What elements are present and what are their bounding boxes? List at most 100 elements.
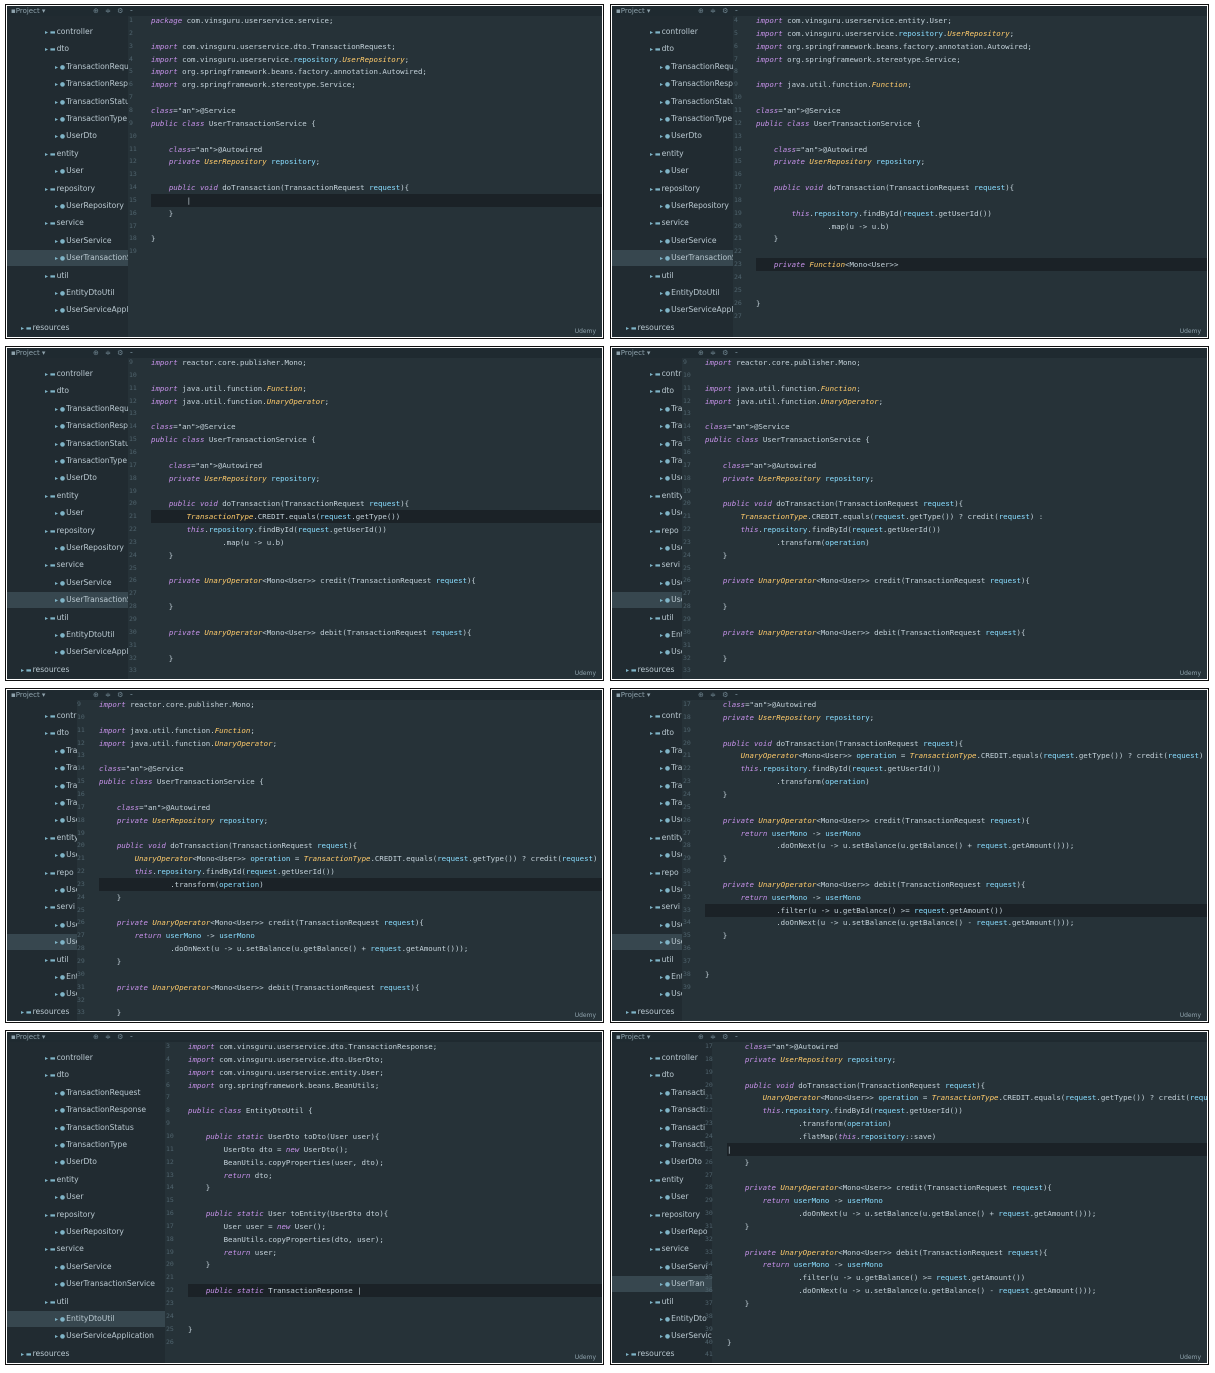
tree-item[interactable]: ▸ ▬service: [612, 1241, 712, 1257]
code-line[interactable]: }: [705, 600, 727, 613]
tree-item[interactable]: ▸ ●TransactionResponse: [7, 76, 128, 92]
code-line[interactable]: import org.springframework.stereotype.Se…: [151, 78, 356, 91]
code-line[interactable]: private UnaryOperator<Mono<User>> credit…: [99, 916, 424, 929]
code-line[interactable]: BeanUtils.copyProperties(dto, user);: [188, 1233, 384, 1246]
tree-item[interactable]: ▸ ▬service: [7, 1241, 165, 1257]
project-label[interactable]: ▪Project ▾: [616, 1033, 650, 1041]
code-line[interactable]: return userMono -> userMono: [727, 1258, 883, 1271]
code-line[interactable]: import java.util.function.UnaryOperator;: [705, 395, 883, 408]
code-line[interactable]: import com.vinsguru.userservice.dto.Tran…: [151, 40, 396, 53]
code-line[interactable]: import java.util.function.UnaryOperator;: [151, 395, 329, 408]
code-editor[interactable]: class="an">@Autowired private UserReposi…: [727, 1032, 1207, 1363]
current-code-line[interactable]: |: [727, 1142, 1207, 1156]
code-line[interactable]: this.repository.findById(request.getUser…: [99, 865, 335, 878]
code-line[interactable]: this.repository.findById(request.getUser…: [705, 523, 941, 536]
code-line[interactable]: UnaryOperator<Mono<User>> operation = Tr…: [705, 749, 1207, 762]
code-line[interactable]: import org.springframework.stereotype.Se…: [756, 53, 961, 66]
code-line[interactable]: import com.vinsguru.userservice.reposito…: [151, 53, 409, 66]
tree-item[interactable]: ▸ ●TransactionStatus: [7, 436, 128, 452]
tree-item[interactable]: ▸ ●Enti: [612, 627, 682, 643]
code-line[interactable]: private UnaryOperator<Mono<User>> credit…: [705, 814, 1030, 827]
tree-item[interactable]: ▸ ●Use: [7, 934, 77, 951]
tree-item[interactable]: ▸ ●Tra: [7, 795, 77, 811]
tree-item[interactable]: ▸ ▬dto: [612, 725, 682, 741]
code-line[interactable]: return dto;: [188, 1169, 273, 1182]
code-line[interactable]: import com.vinsguru.userservice.dto.User…: [188, 1053, 384, 1066]
tree-item[interactable]: ▸ ▬repo: [612, 865, 682, 881]
code-line[interactable]: public void doTransaction(TransactionReq…: [705, 497, 963, 510]
project-label[interactable]: ▪Project ▾: [11, 349, 45, 357]
tree-item[interactable]: ▸ ●Tra: [612, 436, 682, 452]
code-line[interactable]: public static UserDto toDto(User user){: [188, 1130, 380, 1143]
code-line[interactable]: .doOnNext(u -> u.setBalance(u.getBalance…: [727, 1284, 1096, 1297]
tree-item[interactable]: ▸ ▬resources: [7, 662, 128, 678]
tree-item[interactable]: ▸ ●TransactionResponse: [7, 418, 128, 434]
tree-item[interactable]: ▸ ●Tra: [7, 760, 77, 776]
code-line[interactable]: .transform(operation): [727, 1117, 891, 1130]
code-line[interactable]: class="an">@Service: [756, 104, 841, 117]
tree-item[interactable]: ▸ ▬util: [612, 268, 733, 284]
code-line[interactable]: .transform(operation): [705, 536, 869, 549]
tree-item[interactable]: ▸ ▬controller: [7, 366, 128, 382]
code-line[interactable]: UnaryOperator<Mono<User>> operation = Tr…: [99, 852, 602, 865]
tree-item[interactable]: ▸ ●UserRepository: [7, 198, 128, 214]
tree-item[interactable]: ▸ ●Use: [612, 505, 682, 521]
code-line[interactable]: class="an">@Service: [151, 420, 236, 433]
code-line[interactable]: .transform(operation): [705, 775, 869, 788]
code-editor[interactable]: import reactor.core.publisher.Mono; impor…: [99, 690, 602, 1021]
code-line[interactable]: import com.vinsguru.userservice.reposito…: [756, 27, 1014, 40]
tree-item[interactable]: ▸ ▬entity: [7, 488, 128, 504]
code-line[interactable]: }: [188, 1323, 192, 1336]
tree-item[interactable]: ▸ ▬controller: [7, 24, 128, 40]
code-line[interactable]: }: [756, 232, 778, 245]
code-line[interactable]: import java.util.function.UnaryOperator;: [99, 737, 277, 750]
code-line[interactable]: import com.vinsguru.userservice.entity.U…: [188, 1066, 384, 1079]
code-editor[interactable]: import reactor.core.publisher.Mono; impor…: [705, 348, 1207, 679]
code-line[interactable]: private UserRepository repository;: [705, 711, 874, 724]
code-line[interactable]: }: [705, 852, 727, 865]
code-line[interactable]: class="an">@Autowired: [151, 459, 262, 472]
tree-item[interactable]: ▸ ●Use: [612, 934, 682, 951]
tree-item[interactable]: ▸ ▬entity: [612, 830, 682, 846]
tree-item[interactable]: ▸ ●UserTran: [612, 1276, 712, 1293]
project-label[interactable]: ▪Project ▾: [11, 7, 45, 15]
code-line[interactable]: }: [151, 232, 155, 245]
code-line[interactable]: package com.vinsguru.userservice.service…: [151, 14, 333, 27]
code-line[interactable]: class="an">@Service: [151, 104, 236, 117]
tree-item[interactable]: ▸ ●TransactionRequest: [612, 59, 733, 75]
project-label[interactable]: ▪Project ▾: [616, 349, 650, 357]
tree-item[interactable]: ▸ ●UserDto: [612, 128, 733, 144]
tree-item[interactable]: ▸ ▬servi: [612, 899, 682, 915]
code-line[interactable]: }: [99, 891, 121, 904]
tree-item[interactable]: ▸ ●TransactionResponse: [612, 76, 733, 92]
code-line[interactable]: private UserRepository repository;: [151, 472, 320, 485]
project-label[interactable]: ▪Project ▾: [616, 7, 650, 15]
tree-item[interactable]: ▸ ●TransactionType: [7, 111, 128, 127]
code-line[interactable]: import com.vinsguru.userservice.dto.Tran…: [188, 1040, 437, 1053]
tree-item[interactable]: ▸ ●User: [7, 986, 77, 1002]
code-line[interactable]: private UnaryOperator<Mono<User>> credit…: [151, 574, 476, 587]
tree-item[interactable]: ▸ ▬contr: [612, 708, 682, 724]
tree-item[interactable]: ▸ ●Use: [612, 592, 682, 609]
tree-item[interactable]: ▸ ●Tra: [612, 453, 682, 469]
tree-item[interactable]: ▸ ▬controller: [7, 1050, 165, 1066]
tree-item[interactable]: ▸ ▬service: [7, 215, 128, 231]
tree-item[interactable]: ▸ ●TransactionResponse: [7, 1102, 165, 1118]
code-line[interactable]: class="an">@Autowired: [99, 801, 210, 814]
tree-item[interactable]: ▸ ▬repository: [612, 1207, 712, 1223]
code-line[interactable]: import java.util.function.Function;: [756, 78, 912, 91]
tree-item[interactable]: ▸ ●UserTransactionService: [612, 250, 733, 267]
code-line[interactable]: import java.util.function.Function;: [705, 382, 861, 395]
code-line[interactable]: public class UserTransactionService {: [705, 433, 870, 446]
tree-item[interactable]: ▸ ▬dto: [7, 1067, 165, 1083]
code-line[interactable]: public class UserTransactionService {: [151, 433, 316, 446]
code-line[interactable]: class="an">@Autowired: [727, 1040, 838, 1053]
code-line[interactable]: }: [727, 1297, 749, 1310]
code-line[interactable]: class="an">@Autowired: [756, 143, 867, 156]
tree-item[interactable]: ▸ ●Transacti: [612, 1137, 712, 1153]
code-line[interactable]: }: [705, 652, 727, 665]
code-line[interactable]: }: [705, 549, 727, 562]
tree-item[interactable]: ▸ ▬util: [612, 952, 682, 968]
tree-item[interactable]: ▸ ●UserServic: [612, 1328, 712, 1344]
tree-item[interactable]: ▸ ●Tra: [612, 778, 682, 794]
